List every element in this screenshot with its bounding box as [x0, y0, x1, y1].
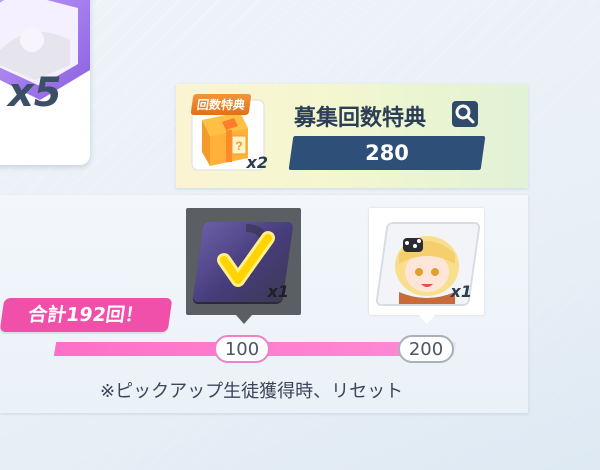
bonus-title: 募集回数特典 [294, 106, 427, 131]
total-count-badge: 合計192回！ [0, 298, 173, 332]
reward-pointer [236, 315, 252, 324]
reward-slot-200[interactable]: x1 [369, 208, 484, 324]
milestone-100[interactable]: 100 [214, 335, 270, 363]
bonus-tag: 回数特典 [190, 94, 252, 115]
reset-note: ※ピックアップ生徒獲得時、リセット [100, 381, 404, 402]
magnifier-icon [455, 104, 475, 124]
bonus-giftbox[interactable]: 回数特典 ? x2 [188, 94, 270, 176]
reward-quantity: x1 [450, 282, 472, 301]
svg-text:?: ? [235, 139, 242, 153]
reward-quantity: x1 [267, 282, 289, 301]
search-button[interactable] [452, 101, 478, 127]
summon-card[interactable]: x5 [0, 0, 90, 165]
summon-multiplier: x5 [8, 70, 62, 116]
recruit-count-value: 280 [365, 141, 409, 165]
reward-slot-100[interactable]: x1 [186, 208, 301, 324]
milestone-200[interactable]: 200 [398, 335, 454, 363]
giftbox-quantity: x2 [246, 153, 268, 172]
reward-pointer [419, 315, 435, 324]
